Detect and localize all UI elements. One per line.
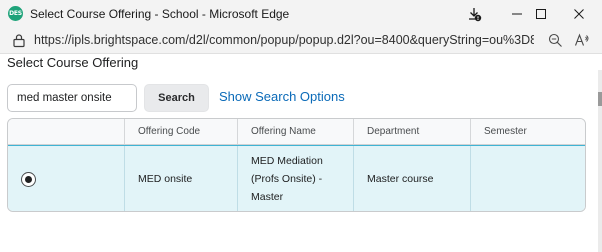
offering-code: MED onsite: [138, 173, 193, 185]
show-search-options-link[interactable]: Show Search Options: [219, 89, 345, 104]
radio-selected-dot: [25, 176, 32, 183]
column-header: Department: [367, 126, 420, 137]
header-offering-code[interactable]: Offering Code: [124, 119, 237, 144]
select-radio[interactable]: [21, 172, 36, 187]
close-button[interactable]: [557, 0, 601, 28]
table-header: Offering Code Offering Name Department S…: [8, 119, 585, 145]
maximize-icon: [536, 9, 546, 19]
background-window-mark: [598, 92, 602, 106]
department-cell: Master course: [353, 146, 470, 211]
department: Master course: [367, 173, 434, 185]
read-aloud-icon[interactable]: [574, 33, 590, 48]
select-cell: [8, 146, 124, 211]
downloads-button[interactable]: [452, 0, 496, 28]
url-field[interactable]: https://ipls.brightspace.com/d2l/common/…: [34, 33, 534, 47]
header-department[interactable]: Department: [353, 119, 470, 144]
header-select: [8, 119, 124, 144]
search-input[interactable]: [7, 84, 137, 112]
close-icon: [574, 9, 584, 19]
header-semester[interactable]: Semester: [470, 119, 585, 144]
zoom-out-icon[interactable]: [548, 33, 563, 48]
column-header: Offering Name: [251, 126, 316, 137]
app-icon: DES: [8, 6, 23, 21]
column-header: Offering Code: [138, 126, 201, 137]
search-button[interactable]: Search: [144, 84, 209, 112]
address-bar: https://ipls.brightspace.com/d2l/common/…: [0, 28, 602, 54]
offering-code-cell: MED onsite: [124, 146, 237, 211]
header-offering-name[interactable]: Offering Name: [237, 119, 353, 144]
download-icon: [469, 8, 482, 22]
results-table: Offering Code Offering Name Department S…: [7, 118, 586, 212]
offering-name: MED Mediation (Profs Onsite) - Master: [251, 155, 323, 203]
table-row[interactable]: MED onsite MED Mediation (Profs Onsite) …: [8, 145, 585, 211]
semester-cell: [470, 146, 585, 211]
title-bar: DES Select Course Offering - School - Mi…: [0, 0, 602, 28]
window-title: Select Course Offering - School - Micros…: [30, 7, 290, 21]
page-title: Select Course Offering: [7, 55, 139, 70]
lock-icon[interactable]: [12, 33, 26, 48]
offering-name-cell: MED Mediation (Profs Onsite) - Master: [237, 146, 353, 211]
column-header: Semester: [484, 126, 527, 137]
